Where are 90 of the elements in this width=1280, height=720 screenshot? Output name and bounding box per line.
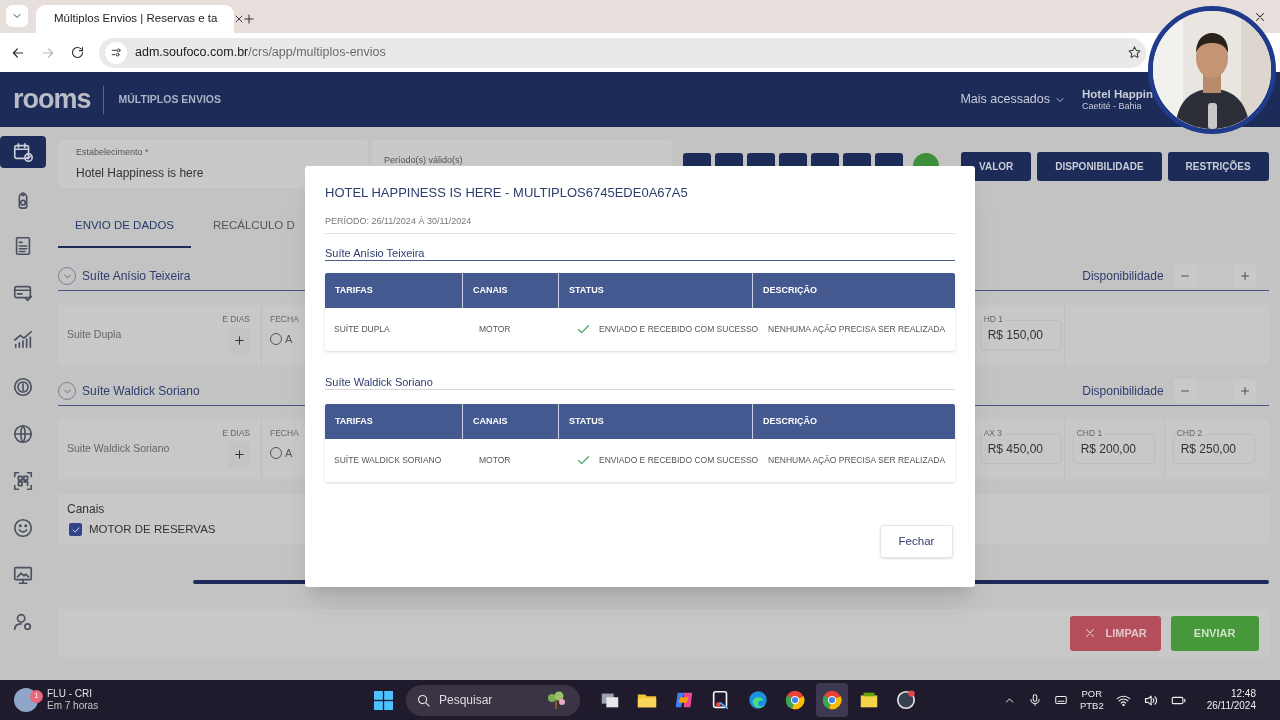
table-cell-text: SUÍTE WALDICK SORIANO (333, 454, 443, 467)
section-title: Suíte Waldick Soriano (325, 375, 434, 389)
radio-label: A (285, 445, 293, 461)
dialog-title: HOTEL HAPPINESS IS HERE - MULTIPLOS6745EDE0A67A5 (325, 185, 689, 201)
check-icon (70, 524, 81, 535)
sliders-icon (109, 46, 123, 59)
calendar-icon (12, 141, 34, 163)
tab-title: Múltiplos Envios | Reservas e ta (54, 11, 218, 27)
table-cell-text: SUÍTE DUPLA (333, 323, 391, 336)
tab[interactable]: RECÁLCULO D (191, 205, 295, 248)
availability-label: Disponibilidade (1082, 383, 1164, 400)
column-header: DESCRIÇÃO (752, 273, 955, 308)
site-settings-icon[interactable] (105, 41, 127, 64)
column-header: STATUS (558, 273, 752, 308)
star-icon (1127, 45, 1142, 60)
column-header: DESCRIÇÃO (752, 404, 955, 439)
monitor-icon (12, 564, 34, 586)
layout-code[interactable]: PTB2 (1079, 700, 1104, 712)
record-icon (895, 689, 917, 711)
plus-button[interactable] (228, 441, 250, 468)
field-label: FECHA (270, 427, 299, 440)
most-accessed-menu[interactable]: Mais acessados (960, 90, 1066, 109)
table-cell-text: MOTOR (478, 323, 512, 336)
chrome-icon (821, 689, 843, 711)
availability-label: Disponibilidade (1082, 268, 1164, 285)
qr-code-icon (12, 470, 34, 492)
address-bar[interactable]: adm.soufoco.com.br/crs/app/multiplos-envios (99, 37, 1146, 68)
checkbox-label: MOTOR DE RESERVAS (89, 522, 216, 537)
url-text: adm.soufoco.com.br/crs/app/multiplos-envios (135, 44, 386, 62)
logo: rooms (13, 86, 91, 113)
field-label: E DIAS (222, 427, 250, 440)
weather-icon[interactable] (14, 688, 38, 712)
plus-button[interactable] (228, 327, 250, 354)
action-button[interactable]: RESTRIÇÕES (1167, 152, 1269, 181)
new-tab-button[interactable] (242, 12, 256, 26)
weather-subtitle: Em 7 horas (47, 700, 99, 713)
hotel-name: Hotel Happin (1082, 86, 1154, 102)
page-title: MÚLTIPLOS ENVIOS (118, 91, 221, 107)
plus-icon (232, 334, 246, 348)
plus-icon (1238, 270, 1251, 282)
establishment-field[interactable]: Estabelecimento * Hotel Happiness is here (58, 140, 368, 188)
clock-time[interactable]: 12:48 (1230, 687, 1256, 700)
user-settings-icon (12, 611, 34, 633)
rate-name: Suite Dupla (67, 327, 122, 343)
plus-icon (1238, 385, 1251, 397)
search-box[interactable]: Pesquisar (406, 684, 580, 716)
chrome-icon (784, 689, 806, 711)
section-title: Suíte Anísio Teixeira (325, 246, 426, 260)
keyboard-icon (1053, 693, 1068, 707)
table-cell: ENVIADO E RECEBIDO COM SUCESSO (599, 454, 759, 467)
sidebar-item[interactable] (0, 136, 46, 168)
tab[interactable]: ENVIO DE DADOS (58, 205, 191, 248)
suite-name: Suíte Waldick Soriano (82, 383, 200, 400)
coin-icon (12, 376, 34, 398)
windows-icon[interactable] (374, 690, 393, 710)
microphone-icon (1027, 693, 1042, 707)
browser-icon (747, 689, 769, 711)
notification-badge: 1 (30, 689, 43, 703)
taskbar-app[interactable] (816, 683, 848, 717)
action-button[interactable]: DISPONIBILIDADE (1037, 152, 1162, 181)
column-header: STATUS (558, 404, 752, 439)
close-button[interactable]: Fechar (880, 525, 953, 558)
column-header: CANAIS (462, 273, 558, 308)
smiley-icon (12, 517, 34, 539)
plus-icon (242, 12, 256, 26)
chart-icon (12, 329, 34, 351)
reload-icon (70, 45, 85, 60)
globe-icon (12, 423, 34, 445)
column-header: TARIFAS (334, 283, 374, 297)
checkbox[interactable] (69, 523, 82, 537)
radio-label: A (285, 331, 293, 347)
close-icon (1253, 10, 1267, 24)
table-cell-text: MOTOR (478, 454, 512, 467)
clock-date[interactable]: 26/11/2024 (1206, 700, 1256, 713)
plus-icon (232, 448, 246, 462)
reload-button[interactable] (70, 45, 85, 60)
dialog-period: PERÍODO: 26/11/2024 À 30/11/2024 (325, 215, 473, 227)
channels-title: Canais (67, 501, 106, 518)
hotel-city: Caetité - Bahia (1082, 101, 1143, 113)
weather-title: FLU - CRI (47, 687, 93, 700)
column-header: CANAIS (462, 404, 558, 439)
field-label: FECHA (270, 313, 299, 326)
rate-name: Suite Waldick Soriano (67, 441, 170, 457)
close-button[interactable] (1253, 10, 1267, 24)
suite-name: Suíte Anísio Teixeira (82, 268, 191, 285)
search-icon (416, 692, 431, 708)
column-header: TARIFAS (334, 414, 374, 428)
field-label: E DIAS (222, 313, 250, 326)
language-code[interactable]: POR (1081, 688, 1103, 700)
table-cell: ENVIADO E RECEBIDO COM SUCESSO (599, 323, 759, 336)
